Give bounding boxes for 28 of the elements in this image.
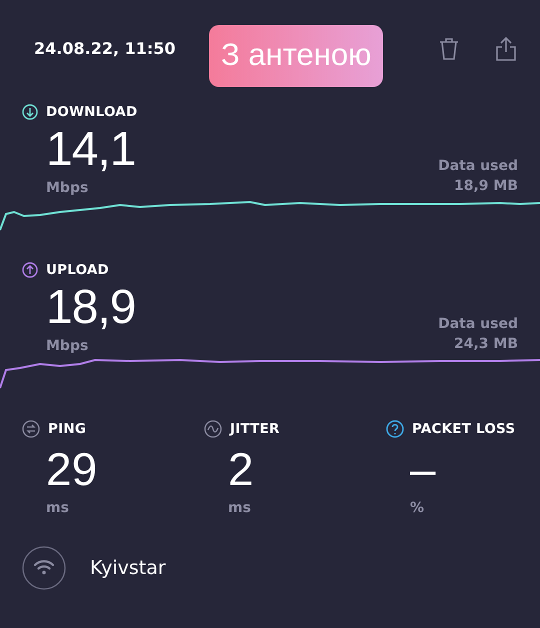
speed-label: DOWNLOAD bbox=[46, 104, 138, 120]
share-icon[interactable] bbox=[494, 36, 518, 62]
data-used-value: 18,9 MB bbox=[454, 177, 518, 196]
speed-unit: Mbps bbox=[46, 338, 90, 354]
provider-name: Kyivstar bbox=[90, 557, 166, 579]
metric-label: PACKET LOSS bbox=[412, 421, 516, 437]
data-used-label: Data used bbox=[438, 157, 518, 176]
metric-value: 29 bbox=[45, 442, 98, 497]
date-time: 24.08.22, 11:50 bbox=[34, 39, 177, 58]
wave-icon bbox=[204, 420, 222, 438]
data-used-label: Data used bbox=[438, 315, 518, 334]
metric-value: 2 bbox=[227, 442, 255, 497]
data-used-value: 24,3 MB bbox=[454, 335, 518, 354]
trash-icon[interactable] bbox=[438, 36, 460, 60]
metric-unit: ms bbox=[227, 500, 252, 516]
metric-label: PING bbox=[48, 421, 86, 437]
metric-unit: % bbox=[409, 500, 426, 516]
speed-label: UPLOAD bbox=[46, 262, 109, 278]
wifi-icon bbox=[22, 546, 66, 590]
speed-value: 14,1 bbox=[46, 122, 136, 178]
caption-banner: З антеною bbox=[209, 24, 384, 86]
metric-label: JITTER bbox=[230, 421, 280, 437]
metric-unit: ms bbox=[45, 500, 70, 516]
speed-value: 18,9 bbox=[46, 280, 136, 336]
metric-value: – bbox=[409, 442, 437, 497]
ping-icon bbox=[22, 420, 40, 438]
help-icon[interactable] bbox=[386, 420, 404, 438]
speed-unit: Mbps bbox=[46, 180, 90, 196]
